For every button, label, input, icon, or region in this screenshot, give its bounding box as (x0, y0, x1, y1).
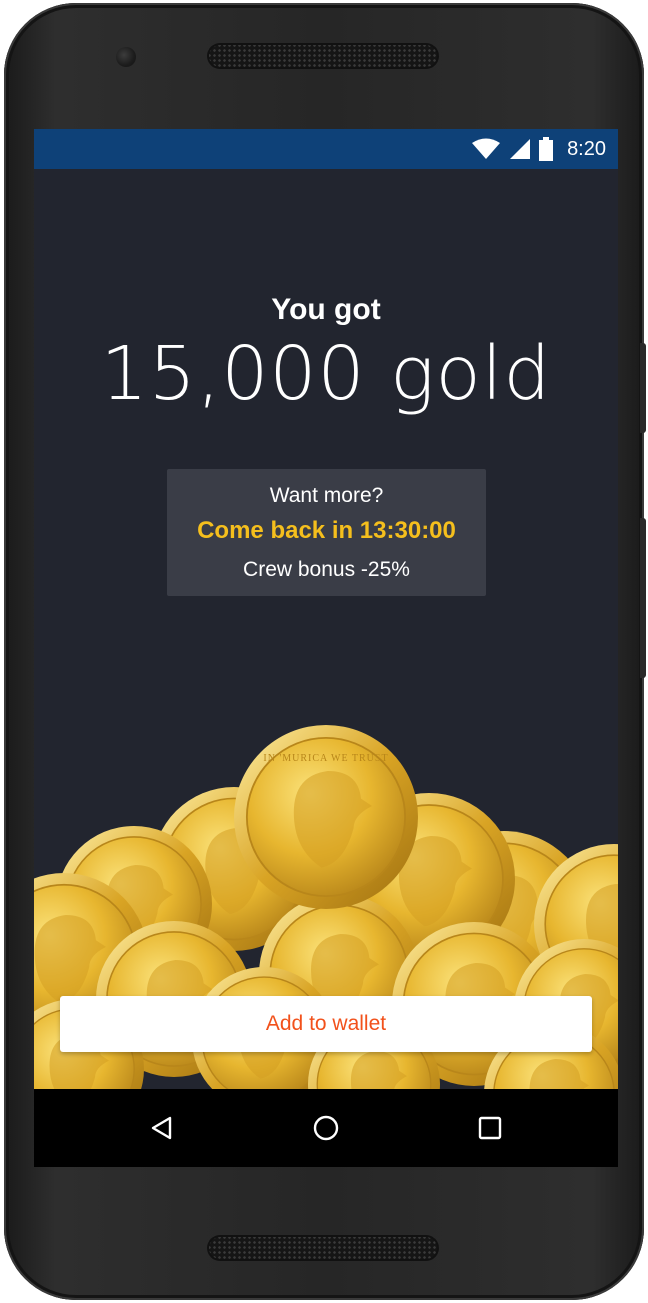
home-icon (313, 1115, 339, 1141)
back-icon (151, 1116, 172, 1140)
wifi-icon (472, 138, 501, 159)
top-speaker (207, 43, 439, 69)
nav-back-button[interactable] (122, 1089, 202, 1167)
front-camera (116, 47, 136, 67)
want-more-label: Want more? (269, 484, 384, 507)
countdown-label: Come back in 13:30:00 (197, 517, 456, 544)
cell-signal-icon (510, 139, 531, 159)
reward-heading: You got (271, 293, 381, 326)
volume-button (640, 518, 646, 678)
add-to-wallet-button[interactable]: Add to wallet (60, 996, 592, 1052)
power-button (640, 343, 646, 433)
recents-icon (478, 1116, 502, 1140)
navigation-bar (34, 1089, 618, 1167)
nav-home-button[interactable] (286, 1089, 366, 1167)
status-bar: 8:20 (34, 129, 618, 169)
status-icons: 8:20 (471, 129, 606, 169)
info-panel: Want more? Come back in 13:30:00 Crew bo… (167, 469, 486, 596)
reward-amount: 15,000 gold (100, 331, 552, 417)
coin-inscription: IN 'MURICA WE TRUST (263, 753, 388, 764)
clock: 8:20 (567, 137, 606, 160)
nav-recents-button[interactable] (450, 1089, 530, 1167)
crew-bonus-label: Crew bonus -25% (243, 558, 410, 581)
screen: 8:20 You got 15,000 gold Want more? Come… (34, 129, 618, 1167)
phone-frame: 8:20 You got 15,000 gold Want more? Come… (4, 3, 646, 1300)
bottom-speaker (207, 1235, 439, 1261)
battery-icon (539, 137, 554, 161)
